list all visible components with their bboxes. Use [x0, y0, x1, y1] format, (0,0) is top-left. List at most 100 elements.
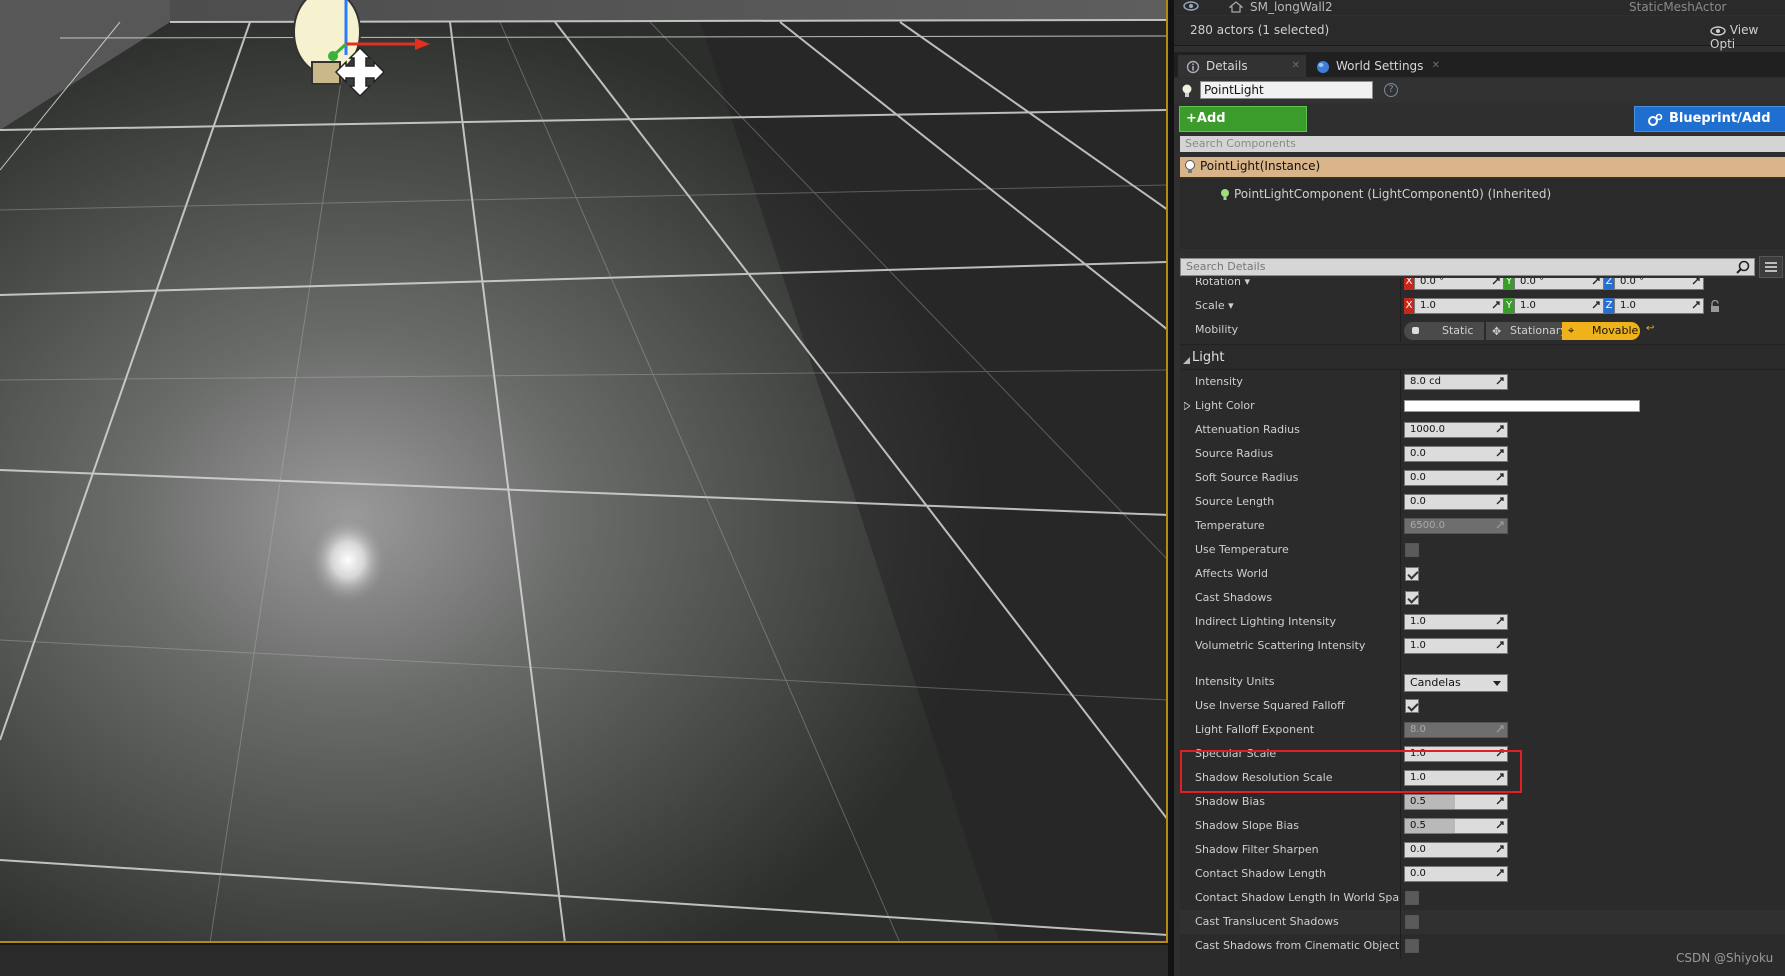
- prop-contact-shadow-world-space: Contact Shadow Length In World Space U: [1180, 886, 1785, 910]
- actor-name-input[interactable]: PointLight: [1200, 81, 1373, 99]
- viewport-bottom-bar: [0, 945, 1172, 976]
- prop-intensity: Intensity 8.0 cd: [1180, 370, 1785, 394]
- prop-intensity-units: Intensity Units Candelas: [1180, 670, 1785, 694]
- close-icon[interactable]: ✕: [1432, 55, 1440, 77]
- affects-world-checkbox[interactable]: [1405, 567, 1419, 581]
- component-root-item[interactable]: PointLight(Instance): [1180, 157, 1785, 177]
- cast-cinematic-shadows-checkbox[interactable]: [1405, 939, 1419, 953]
- specular-scale-highlight-box: [1180, 750, 1522, 793]
- component-root-label: PointLight(Instance): [1200, 159, 1321, 173]
- mobility-static[interactable]: Static: [1404, 322, 1484, 340]
- component-child-item[interactable]: PointLightComponent (LightComponent0) (I…: [1220, 187, 1551, 201]
- globe-icon: [1316, 59, 1330, 81]
- actor-type-icon: [1228, 1, 1244, 16]
- tab-details[interactable]: Details ✕: [1178, 55, 1306, 77]
- level-viewport[interactable]: [0, 0, 1168, 943]
- lightbulb-icon: [1184, 159, 1196, 180]
- mobility-stationary[interactable]: ✥ Stationary: [1486, 322, 1567, 340]
- attenuation-radius-field[interactable]: 1000.0: [1404, 422, 1508, 438]
- prop-shadow-bias: Shadow Bias 0.5: [1180, 790, 1785, 814]
- search-components-input[interactable]: Search Components: [1180, 136, 1785, 152]
- prop-cast-shadows: Cast Shadows: [1180, 586, 1785, 610]
- prop-label: Mobility: [1195, 323, 1239, 336]
- stationary-icon: ✥: [1492, 325, 1502, 338]
- shadow-slope-bias-field[interactable]: 0.5: [1404, 818, 1508, 834]
- mobility-movable[interactable]: ⌖ Movable: [1562, 322, 1640, 340]
- view-options-button[interactable]: View Opti: [1710, 23, 1785, 51]
- prop-scale: Scale ▾ X 1.0 Y 1.0 Z 1.0: [1180, 294, 1785, 318]
- close-icon[interactable]: ✕: [1292, 55, 1300, 77]
- search-details-input[interactable]: Search Details: [1180, 258, 1755, 276]
- prop-temperature: Temperature 6500.0: [1180, 514, 1785, 538]
- outliner-actor-type: StaticMeshActor: [1629, 0, 1727, 14]
- tab-details-label: Details: [1206, 59, 1248, 73]
- prop-affects-world: Affects World: [1180, 562, 1785, 586]
- shadow-filter-sharpen-field[interactable]: 0.0: [1404, 842, 1508, 858]
- list-view-icon: [1765, 262, 1777, 272]
- volumetric-scattering-field[interactable]: 1.0: [1404, 638, 1508, 654]
- add-component-button[interactable]: +Add Component ▾: [1179, 106, 1307, 150]
- outliner-row[interactable]: SM_longWall2 StaticMeshActor: [1174, 0, 1785, 15]
- prop-shadow-filter-sharpen: Shadow Filter Sharpen 0.0: [1180, 838, 1785, 862]
- shadow-bias-field[interactable]: 0.5: [1404, 794, 1508, 810]
- details-list: Rotation ▾ X 0.0 ° Y 0.0 ° Z 0.0 ° Scale ▾ …: [1180, 278, 1785, 976]
- lock-icon[interactable]: [1710, 299, 1720, 315]
- prop-use-temperature: Use Temperature: [1180, 538, 1785, 562]
- component-child-label: PointLightComponent (LightComponent0) (I…: [1234, 187, 1552, 201]
- prop-shadow-slope-bias: Shadow Slope Bias 0.5: [1180, 814, 1785, 838]
- prop-volumetric-scattering-intensity: Volumetric Scattering Intensity 1.0: [1180, 634, 1785, 658]
- lightbulb-icon: [1220, 188, 1230, 205]
- prop-label: Scale ▾: [1195, 299, 1234, 312]
- tab-world-settings[interactable]: World Settings ✕: [1308, 55, 1446, 77]
- prop-source-radius: Source Radius 0.0: [1180, 442, 1785, 466]
- static-icon: [1412, 327, 1419, 334]
- panel-tabs: Details ✕ World Settings ✕: [1174, 52, 1785, 77]
- component-toolbar: +Add Component ▾ Blueprint/Add Scr: [1174, 105, 1785, 150]
- cast-translucent-shadows-checkbox[interactable]: [1405, 915, 1419, 929]
- prop-source-length: Source Length 0.0: [1180, 490, 1785, 514]
- prop-soft-source-radius: Soft Source Radius 0.0: [1180, 466, 1785, 490]
- details-icon: [1186, 59, 1200, 81]
- falloff-exponent-field: 8.0: [1404, 722, 1508, 738]
- soft-source-radius-field[interactable]: 0.0: [1404, 470, 1508, 486]
- prop-label: Rotation ▾: [1195, 278, 1251, 288]
- editor-window: { "outliner": { "row_name": "SM_longWall…: [0, 0, 1785, 976]
- source-radius-field[interactable]: 0.0: [1404, 446, 1508, 462]
- prop-light-falloff-exponent: Light Falloff Exponent 8.0: [1180, 718, 1785, 742]
- blueprint-add-script-button[interactable]: Blueprint/Add Scr: [1634, 106, 1785, 150]
- actor-count: 280 actors (1 selected): [1190, 23, 1330, 37]
- contact-shadow-length-field[interactable]: 0.0: [1404, 866, 1508, 882]
- source-length-field[interactable]: 0.0: [1404, 494, 1508, 510]
- movable-icon: ⌖: [1568, 324, 1575, 337]
- cast-shadows-checkbox[interactable]: [1405, 591, 1419, 605]
- intensity-field[interactable]: 8.0 cd: [1404, 374, 1508, 390]
- outliner-actor-name: SM_longWall2: [1250, 0, 1333, 14]
- view-grid-button[interactable]: [1759, 256, 1783, 278]
- lightbulb-icon: [1181, 83, 1193, 102]
- expand-triangle-icon[interactable]: [1183, 400, 1191, 413]
- category-light[interactable]: Light: [1180, 344, 1785, 370]
- details-panel: SM_longWall2 StaticMeshActor 280 actors …: [1174, 0, 1785, 976]
- light-color-swatch[interactable]: [1404, 400, 1640, 412]
- floor-scene: [0, 0, 1166, 941]
- actor-name-row: PointLight ?: [1174, 79, 1785, 103]
- indirect-lighting-field[interactable]: 1.0: [1404, 614, 1508, 630]
- chevron-down-icon: [1493, 681, 1501, 686]
- visibility-eye-icon[interactable]: [1183, 1, 1199, 14]
- category-label: Light: [1192, 350, 1225, 365]
- prop-cast-translucent-shadows: Cast Translucent Shadows: [1180, 910, 1785, 934]
- use-temperature-checkbox[interactable]: [1405, 543, 1419, 557]
- blueprint-gear-icon: [1647, 112, 1663, 137]
- contact-shadow-world-space-checkbox[interactable]: [1405, 891, 1419, 905]
- collapse-triangle-icon: [1183, 354, 1190, 367]
- prop-light-color: Light Color: [1180, 394, 1785, 418]
- tab-world-settings-label: World Settings: [1336, 59, 1424, 73]
- inverse-squared-checkbox[interactable]: [1405, 699, 1419, 713]
- prop-contact-shadow-length: Contact Shadow Length 0.0: [1180, 862, 1785, 886]
- help-icon[interactable]: ?: [1384, 83, 1398, 97]
- watermark: CSDN @Shiyoku: [1676, 951, 1774, 965]
- outliner-status-bar: 280 actors (1 selected) View Opti: [1174, 16, 1785, 51]
- prop-use-inverse-squared-falloff: Use Inverse Squared Falloff: [1180, 694, 1785, 718]
- reset-arrow-icon[interactable]: ↩: [1646, 323, 1654, 334]
- intensity-units-dropdown[interactable]: Candelas: [1404, 674, 1508, 692]
